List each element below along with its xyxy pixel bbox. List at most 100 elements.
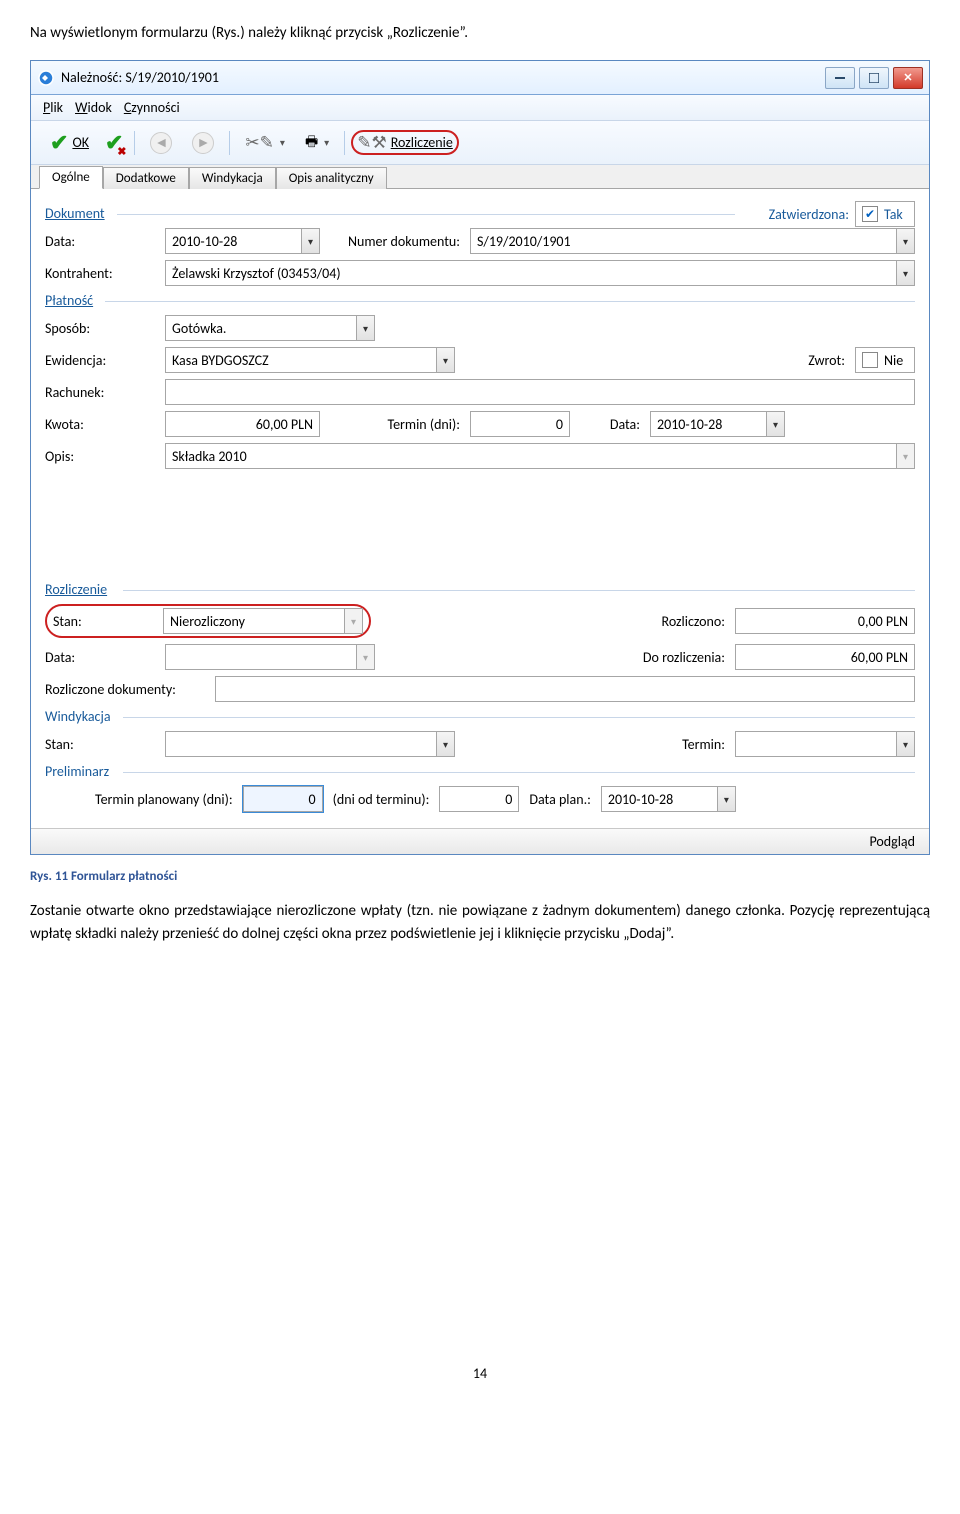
- chevron-down-icon[interactable]: ▾: [896, 732, 914, 756]
- rozliczenie-button[interactable]: ✎⚒ Rozliczenie: [351, 130, 459, 155]
- section-platnosc: Płatność: [45, 292, 915, 309]
- dni-od-field[interactable]: 0: [439, 786, 519, 812]
- rozliczenie-link[interactable]: Rozliczenie: [45, 581, 107, 598]
- arrow-right-icon: ►: [192, 132, 214, 154]
- rozliczenie-label: Rozliczenie: [391, 134, 453, 151]
- footer-bar: Podgląd: [31, 828, 929, 854]
- ok-button[interactable]: ✔ OK: [41, 125, 98, 160]
- ok-save-button[interactable]: ✔✖: [100, 125, 128, 160]
- check-icon: ✔: [50, 129, 68, 156]
- nav-back-button[interactable]: ◄: [141, 128, 181, 158]
- dorozl-value: 60,00 PLN: [851, 649, 908, 666]
- maximize-button[interactable]: [859, 67, 889, 89]
- podglad-link[interactable]: Podgląd: [869, 833, 915, 850]
- sposob-value: Gotówka.: [172, 320, 356, 337]
- platnosc-link[interactable]: Płatność: [45, 292, 93, 309]
- form-body: Dokument Zatwierdzona: ✔ Tak Data: 2010-…: [31, 189, 929, 828]
- ok-label: OK: [72, 134, 89, 151]
- chevron-down-icon[interactable]: ▾: [436, 732, 454, 756]
- rdata-label: Data:: [45, 649, 155, 666]
- chevron-down-icon: ▾: [896, 444, 914, 468]
- data-plan-value: 2010-10-28: [608, 791, 717, 808]
- tab-windykacja[interactable]: Windykacja: [189, 167, 276, 189]
- termin-plan-field[interactable]: 0: [243, 786, 323, 812]
- numer-label: Numer dokumentu:: [330, 233, 460, 250]
- chevron-down-icon[interactable]: ▾: [436, 348, 454, 372]
- settle-icon: ✎⚒: [357, 132, 386, 153]
- menubar: Plik Widok Czynności: [31, 95, 929, 121]
- zatwierdzona-label: Zatwierdzona:: [769, 206, 849, 223]
- app-window: Należność: S/19/2010/1901 ✕ Plik Widok C…: [30, 60, 930, 855]
- ewidencja-value: Kasa BYDGOSZCZ: [172, 352, 436, 369]
- figure-caption: Rys. 11 Formularz płatności: [30, 869, 930, 884]
- tab-dodatkowe[interactable]: Dodatkowe: [103, 167, 189, 189]
- chevron-down-icon[interactable]: ▾: [717, 787, 735, 811]
- wstan-field[interactable]: ▾: [165, 731, 455, 757]
- nav-fwd-button[interactable]: ►: [183, 128, 223, 158]
- tab-opis[interactable]: Opis analityczny: [276, 167, 387, 189]
- stan-field[interactable]: Nierozliczony ▾: [163, 608, 363, 634]
- rachunek-label: Rachunek:: [45, 384, 155, 401]
- checkbox-icon[interactable]: ✔: [862, 206, 878, 222]
- ewidencja-field[interactable]: Kasa BYDGOSZCZ ▾: [165, 347, 455, 373]
- rachunek-field[interactable]: [165, 379, 915, 405]
- chevron-down-icon[interactable]: ▾: [766, 412, 784, 436]
- tabstrip: Ogólne Dodatkowe Windykacja Opis anality…: [31, 165, 929, 189]
- page-number: 14: [30, 1365, 930, 1382]
- checkbox-icon[interactable]: [862, 352, 878, 368]
- kwota-label: Kwota:: [45, 416, 155, 433]
- window-titlebar: Należność: S/19/2010/1901 ✕: [31, 61, 929, 95]
- tools-icon: ✂✎: [245, 132, 274, 153]
- tools-button[interactable]: ✂✎▾: [236, 128, 294, 157]
- kwota-value: 60,00 PLN: [256, 416, 313, 433]
- rozliczono-field[interactable]: 0,00 PLN: [735, 608, 915, 634]
- termin-plan-value: 0: [309, 791, 316, 808]
- chevron-down-icon[interactable]: ▾: [356, 316, 374, 340]
- section-rozliczenie: Rozliczenie: [45, 581, 915, 598]
- arrow-left-icon: ◄: [150, 132, 172, 154]
- data-plan-label: Data plan.:: [529, 791, 591, 808]
- kwota-field[interactable]: 60,00 PLN: [165, 411, 320, 437]
- sposob-label: Sposób:: [45, 320, 155, 337]
- kontrahent-value: Żelawski Krzysztof (03453/04): [172, 265, 896, 282]
- body-paragraph: Zostanie otwarte okno przedstawiające ni…: [30, 900, 930, 945]
- print-button[interactable]: 🖶▾: [296, 127, 338, 159]
- minimize-button[interactable]: [825, 67, 855, 89]
- termin-plan-label: Termin planowany (dni):: [95, 791, 233, 808]
- dorozl-label: Do rozliczenia:: [643, 649, 725, 666]
- dokument-link[interactable]: Dokument: [45, 205, 105, 222]
- chevron-down-icon[interactable]: ▾: [896, 229, 914, 253]
- stan-label: Stan:: [53, 613, 153, 630]
- zwrot-field[interactable]: Nie: [855, 347, 915, 373]
- chevron-down-icon[interactable]: ▾: [896, 261, 914, 285]
- check-save-icon: ✔✖: [105, 129, 123, 156]
- chevron-down-icon[interactable]: ▾: [301, 229, 319, 253]
- chevron-down-icon: ▾: [356, 645, 374, 669]
- termin-field[interactable]: 0: [470, 411, 570, 437]
- rozliczono-label: Rozliczono:: [662, 613, 725, 630]
- data-field[interactable]: 2010-10-28 ▾: [165, 228, 320, 254]
- data2-field[interactable]: 2010-10-28 ▾: [650, 411, 785, 437]
- rozliczono-value: 0,00 PLN: [858, 613, 908, 630]
- printer-icon: 🖶: [305, 131, 318, 155]
- stan-value: Nierozliczony: [170, 613, 344, 630]
- rdata-field[interactable]: ▾: [165, 644, 375, 670]
- section-windykacja: Windykacja: [45, 708, 915, 725]
- kontrahent-label: Kontrahent:: [45, 265, 155, 282]
- dorozl-field[interactable]: 60,00 PLN: [735, 644, 915, 670]
- zatwierdzona-field[interactable]: ✔ Tak: [855, 201, 915, 227]
- sposob-field[interactable]: Gotówka. ▾: [165, 315, 375, 341]
- close-button[interactable]: ✕: [893, 67, 923, 89]
- menu-plik[interactable]: Plik: [43, 99, 63, 116]
- termin-value: 0: [556, 416, 563, 433]
- opis-field[interactable]: Składka 2010 ▾: [165, 443, 915, 469]
- menu-czynnosci[interactable]: Czynności: [124, 99, 180, 116]
- menu-widok[interactable]: Widok: [75, 99, 112, 116]
- wtermin-field[interactable]: ▾: [735, 731, 915, 757]
- kontrahent-field[interactable]: Żelawski Krzysztof (03453/04) ▾: [165, 260, 915, 286]
- tab-ogolne[interactable]: Ogólne: [39, 166, 103, 189]
- rozldok-field[interactable]: [215, 676, 915, 702]
- data-plan-field[interactable]: 2010-10-28 ▾: [601, 786, 736, 812]
- numer-field[interactable]: S/19/2010/1901 ▾: [470, 228, 915, 254]
- dni-od-label: (dni od terminu):: [333, 791, 430, 808]
